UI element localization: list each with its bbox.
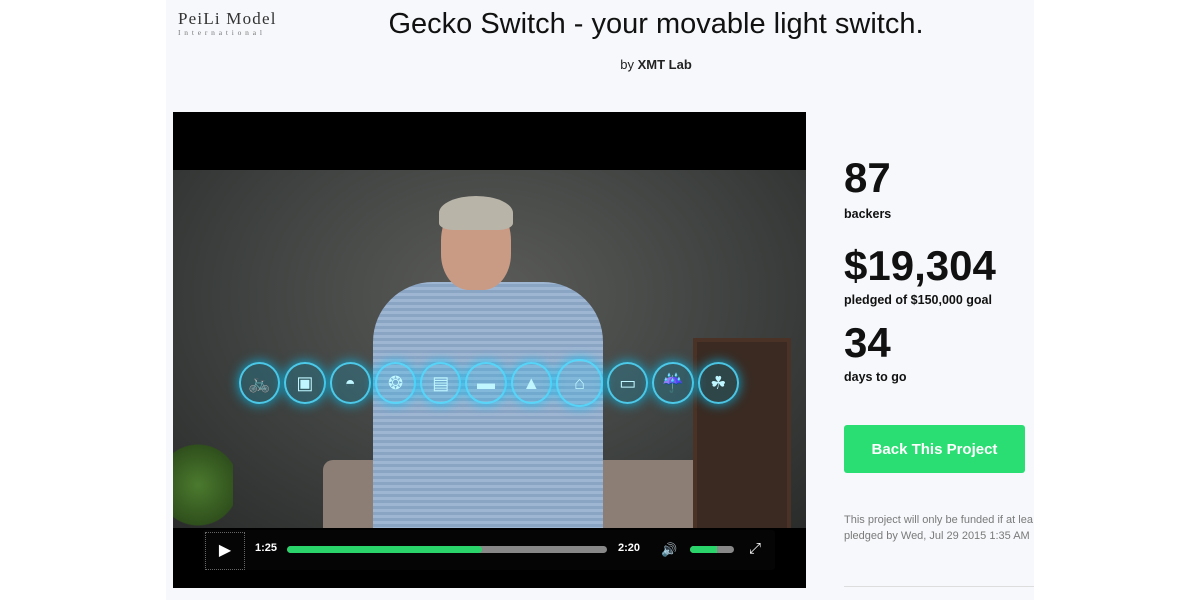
pledged-label: pledged of $150,000 goal xyxy=(844,293,992,307)
progress-bar[interactable] xyxy=(287,546,607,553)
bicycle-icon: 🚲 xyxy=(239,362,281,404)
byline: by XMT Lab xyxy=(316,57,996,72)
bed-icon: ▭ xyxy=(607,362,649,404)
volume-icon[interactable]: 🔊 xyxy=(661,542,677,558)
video-frame[interactable]: 🚲 ▣ ◓ ❂ ▤ ▬ ▲ ⌂ ▭ ☔ ☘ xyxy=(173,170,806,528)
scene-person-hair xyxy=(439,196,513,230)
washer-icon: ▣ xyxy=(284,362,326,404)
pledged-amount: $19,304 xyxy=(844,242,996,289)
volume-fill xyxy=(690,546,718,553)
logo-main-text: PeiLi Model xyxy=(178,9,277,28)
funding-note: This project will only be funded if at l… xyxy=(844,512,1034,544)
back-project-button[interactable]: Back This Project xyxy=(844,425,1025,473)
shower-icon: ☔ xyxy=(652,362,694,404)
stroller-icon: ❂ xyxy=(374,362,417,404)
sofa-icon: ▬ xyxy=(465,362,507,404)
funding-note-line-1: This project will only be funded if at l… xyxy=(844,514,1033,526)
fullscreen-icon[interactable]: ⤢ xyxy=(749,540,761,557)
page-title: Gecko Switch - your movable light switch… xyxy=(388,8,924,40)
creator-link[interactable]: XMT Lab xyxy=(638,57,692,72)
current-time: 1:25 xyxy=(255,542,278,554)
progress-fill xyxy=(287,546,483,553)
video-controls: ▶ 1:25 2:20 🔊 ⤢ xyxy=(203,530,775,570)
total-time: 2:20 xyxy=(618,542,641,554)
volume-slider[interactable] xyxy=(690,546,734,553)
days-label: days to go xyxy=(844,370,907,384)
funding-note-line-2: pledged by Wed, Jul 29 2015 1:35 AM xyxy=(844,530,1030,542)
scene-plant xyxy=(173,440,233,528)
play-icon: ▶ xyxy=(218,542,232,559)
toaster-icon: ▤ xyxy=(420,362,462,404)
video-player[interactable]: 🚲 ▣ ◓ ❂ ▤ ▬ ▲ ⌂ ▭ ☔ ☘ ▶ 1:25 2:20 🔊 ⤢ xyxy=(173,112,806,588)
brand-logo[interactable]: PeiLi Model International xyxy=(178,10,308,38)
project-page: PeiLi Model International Gecko Switch -… xyxy=(166,0,1034,600)
backers-count: 87 xyxy=(844,154,891,201)
hologram-icon-row: 🚲 ▣ ◓ ❂ ▤ ▬ ▲ ⌂ ▭ ☔ ☘ xyxy=(239,358,739,408)
plant-icon: ☘ xyxy=(697,362,739,404)
backers-label: backers xyxy=(844,207,892,221)
logo-sub-text: International xyxy=(178,28,266,37)
divider xyxy=(844,586,1034,587)
car-icon: ▲ xyxy=(510,362,552,404)
days-count: 34 xyxy=(844,319,891,366)
play-button[interactable]: ▶ xyxy=(205,532,245,570)
byline-prefix: by xyxy=(620,57,634,72)
dish-icon: ◓ xyxy=(329,362,371,404)
home-icon: ⌂ xyxy=(555,359,604,407)
